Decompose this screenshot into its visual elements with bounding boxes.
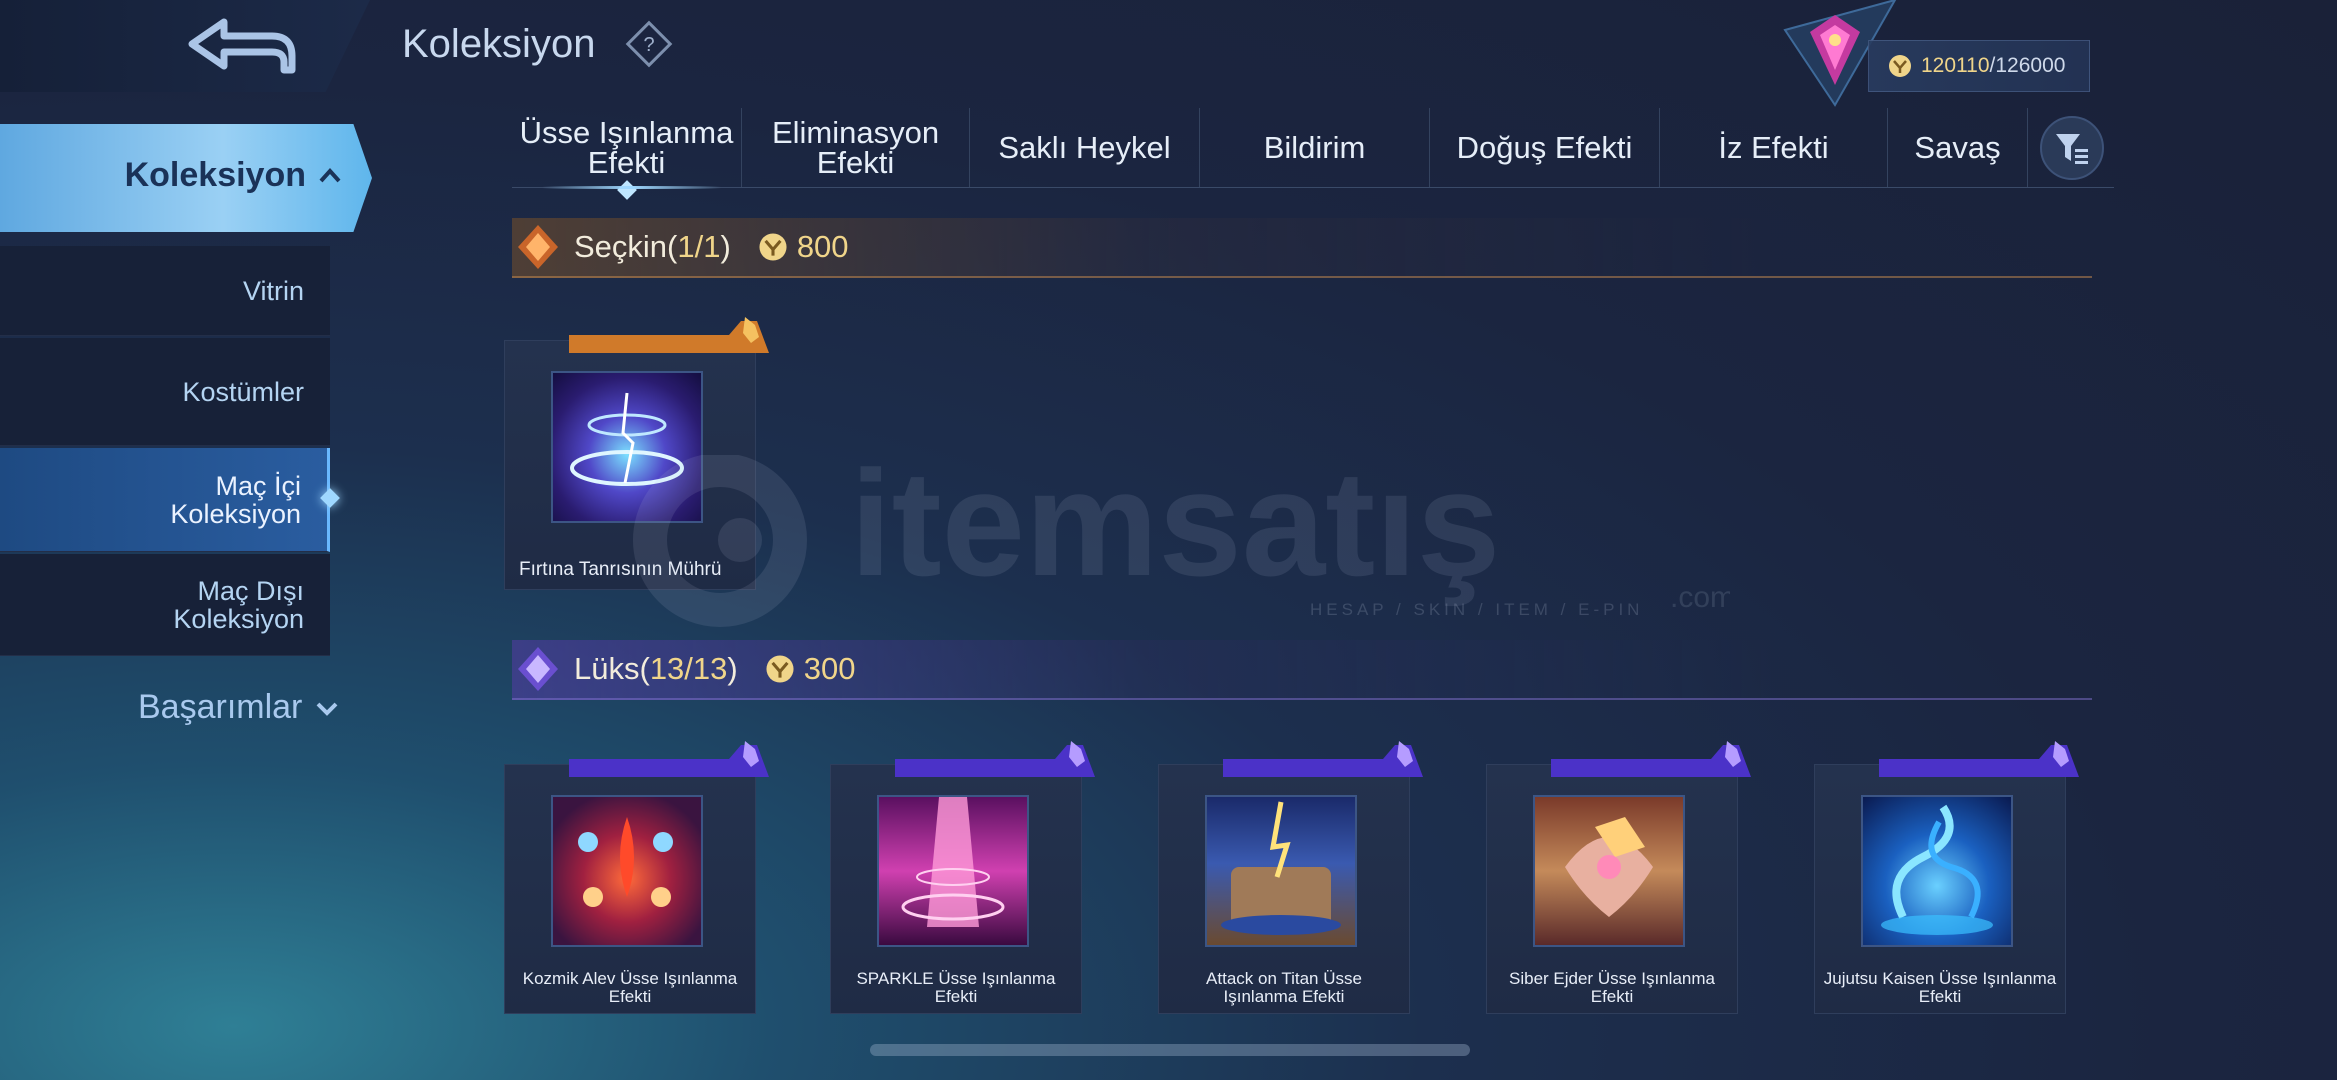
coin-icon: [766, 655, 794, 683]
currency-current: 120110: [1921, 54, 1990, 77]
section-cost: 300: [764, 651, 856, 687]
collection-card[interactable]: Siber Ejder Üsse Işınlanma Efekti: [1486, 741, 1751, 1014]
watermark-brand: itemsatış: [850, 455, 1500, 607]
luxury-corner-icon: [569, 741, 769, 777]
item-name: Jujutsu Kaisen Üsse Işınlanma Efekti: [1823, 969, 2057, 1006]
section-cost: 800: [757, 229, 849, 265]
item-thumbnail: [877, 795, 1029, 947]
item-name: Kozmik Alev Üsse Işınlanma Efekti: [522, 969, 738, 1006]
sidebar-item-mac-ici[interactable]: Maç İçi Koleksiyon: [0, 448, 330, 552]
tab-sakli-heykel[interactable]: Saklı Heykel: [970, 108, 1200, 187]
sidebar-achievements[interactable]: Başarımlar: [138, 688, 340, 727]
watermark-domain: .com: [1670, 581, 1730, 614]
tab-dogus-efekti[interactable]: Doğuş Efekti: [1430, 108, 1660, 187]
filter-button[interactable]: [2040, 116, 2104, 180]
luxury-rank-icon: [518, 647, 558, 691]
tab-label: İz Efekti: [1718, 129, 1829, 165]
item-thumbnail: [551, 795, 703, 947]
sidebar-item-label: Maç İçi Koleksiyon: [170, 470, 301, 529]
collection-card[interactable]: Attack on Titan Üsse Işınlanma Efekti: [1158, 741, 1423, 1014]
sidebar-item-label: Maç Dışı Koleksiyon: [173, 575, 304, 634]
luxury-corner-icon: [1551, 741, 1751, 777]
back-button[interactable]: [180, 14, 300, 78]
question-icon: ?: [625, 20, 673, 68]
tab-usse-isinlanma[interactable]: Üsse Işınlanma Efekti: [512, 108, 742, 200]
tab-iz-efekti[interactable]: İz Efekti: [1660, 108, 1888, 187]
tab-label: Bildirim: [1263, 129, 1366, 165]
elite-rank-icon: [518, 225, 558, 269]
tab-savas[interactable]: Savaş: [1888, 108, 2028, 187]
currency-display: 120110/126000: [1868, 40, 2090, 92]
elite-corner-icon: [569, 317, 769, 353]
back-arrow-icon: [188, 18, 296, 74]
sidebar-item-kostumler[interactable]: Kostümler: [0, 338, 330, 446]
chevron-up-icon: [319, 168, 341, 183]
count-paren: ): [720, 229, 731, 264]
section-header-luxury: Lüks(13/13) 300: [512, 640, 2092, 700]
sidebar-main-koleksiyon[interactable]: Koleksiyon: [0, 124, 372, 232]
sidebar-main-label: Koleksiyon: [124, 156, 306, 194]
tab-label: Doğuş Efekti: [1456, 129, 1633, 165]
item-name: Siber Ejder Üsse Işınlanma Efekti: [1509, 969, 1715, 1006]
tab-bildirim[interactable]: Bildirim: [1200, 108, 1430, 187]
horizontal-scrollbar[interactable]: [870, 1044, 1470, 1056]
category-tabs: Üsse Işınlanma Efekti Eliminasyon Efekti…: [512, 108, 2114, 200]
item-thumbnail: [1861, 795, 2013, 947]
luxury-corner-icon: [1223, 741, 1423, 777]
page-title: Koleksiyon: [402, 22, 596, 66]
sidebar-item-label: Kostümler: [182, 376, 304, 407]
filter-icon: [2056, 134, 2088, 164]
coin-icon: [759, 233, 787, 261]
tab-label: Savaş: [1914, 129, 2001, 165]
section-header-elite: Seçkin(1/1) 800: [512, 218, 2092, 278]
collection-card[interactable]: Kozmik Alev Üsse Işınlanma Efekti: [504, 741, 769, 1014]
item-thumbnail: [1205, 795, 1357, 947]
luxury-corner-icon: [1879, 741, 2079, 777]
tab-label: Saklı Heykel: [998, 129, 1171, 165]
item-name: SPARKLE Üsse Işınlanma Efekti: [856, 969, 1056, 1006]
section-count: 1/1: [677, 229, 721, 264]
sidebar-item-vitrin[interactable]: Vitrin: [0, 246, 330, 336]
collection-card[interactable]: SPARKLE Üsse Işınlanma Efekti: [830, 741, 1095, 1014]
item-name: Attack on Titan Üsse Işınlanma Efekti: [1206, 969, 1362, 1006]
watermark-tagline: HESAP / SKIN / ITEM / E-PIN: [1310, 600, 1643, 619]
item-thumbnail: [551, 371, 703, 523]
tab-label: Üsse Işınlanma Efekti: [519, 114, 734, 180]
section-count: 13/13: [649, 651, 728, 686]
item-name: Fırtına Tanrısının Mührü: [519, 559, 722, 580]
chevron-down-icon: [316, 702, 338, 716]
tab-label: Eliminasyon Efekti: [771, 114, 940, 180]
achievements-label: Başarımlar: [138, 688, 303, 726]
count-paren: (: [639, 651, 650, 686]
currency-max: /126000: [1989, 54, 2066, 77]
section-title: Lüks: [574, 651, 640, 686]
collection-card[interactable]: Jujutsu Kaisen Üsse Işınlanma Efekti: [1814, 741, 2079, 1014]
cost-value: 800: [796, 229, 849, 264]
count-paren: ): [727, 651, 738, 686]
sidebar-item-mac-disi[interactable]: Maç Dışı Koleksiyon: [0, 554, 330, 656]
cost-value: 300: [803, 651, 856, 686]
coin-icon: [1889, 55, 1911, 77]
section-title: Seçkin: [574, 229, 668, 264]
help-button[interactable]: ?: [625, 20, 673, 68]
collection-card[interactable]: Fırtına Tanrısının Mührü: [504, 317, 769, 590]
svg-text:?: ?: [643, 34, 654, 56]
watermark-logo: .com itemsatış HESAP / SKIN / ITEM / E-P…: [633, 455, 1730, 627]
count-paren: (: [667, 229, 678, 264]
item-thumbnail: [1533, 795, 1685, 947]
sidebar-item-label: Vitrin: [242, 275, 304, 306]
tab-eliminasyon[interactable]: Eliminasyon Efekti: [742, 108, 970, 187]
luxury-corner-icon: [895, 741, 1095, 777]
